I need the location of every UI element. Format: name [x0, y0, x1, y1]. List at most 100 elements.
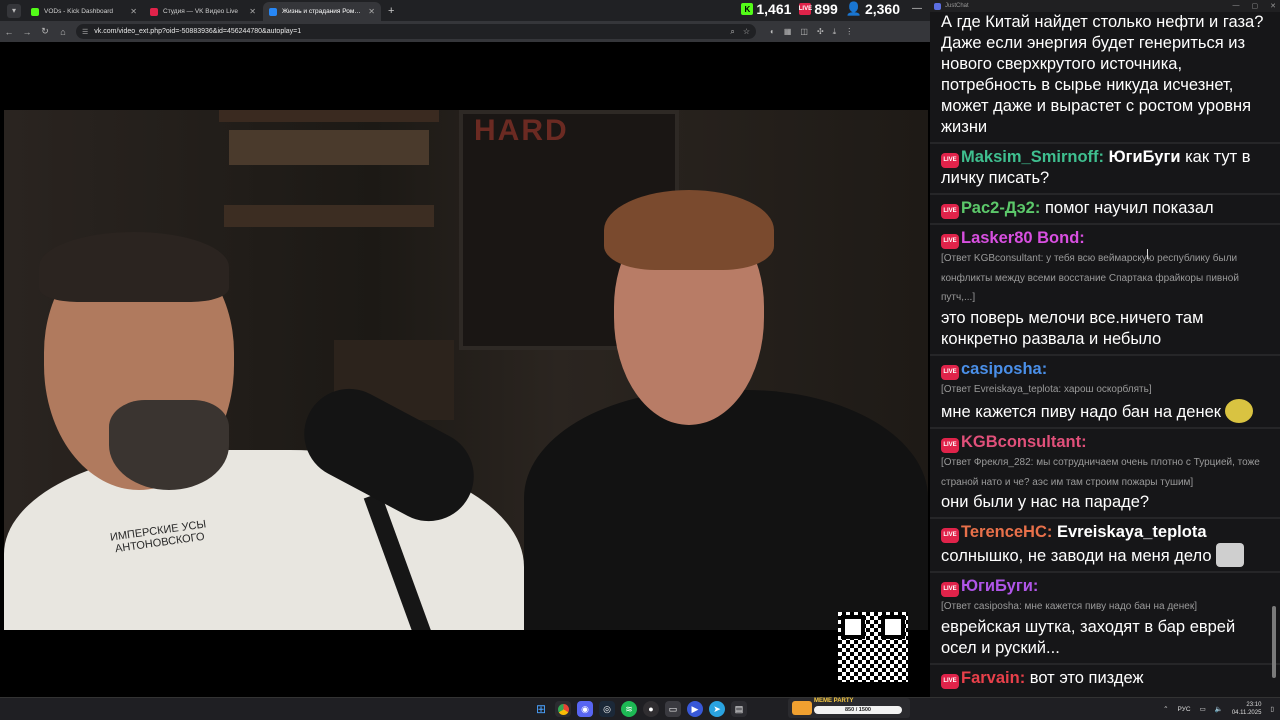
- kick-icon: K: [741, 3, 754, 15]
- site-info-icon[interactable]: ☰: [82, 28, 88, 36]
- clock-time: 23:10: [1246, 702, 1262, 708]
- volume-icon[interactable]: 🔈: [1215, 705, 1223, 713]
- emote-icon: [1215, 543, 1244, 567]
- close-icon[interactable]: ✕: [249, 7, 256, 16]
- live-badge-icon: LIVE: [941, 234, 959, 249]
- live-badge-icon: LIVE: [941, 438, 959, 453]
- extension-icon[interactable]: ◐: [770, 27, 775, 37]
- puzzle-icon[interactable]: ✣: [817, 27, 824, 37]
- minimize-button[interactable]: —: [912, 3, 922, 14]
- obs-icon[interactable]: ●: [643, 701, 659, 717]
- url-field[interactable]: ☰ vk.com/video_ext.php?oid=-50883936&id=…: [76, 24, 756, 39]
- tab-kick[interactable]: VODs - Kick Dashboard ✕: [25, 2, 143, 21]
- tab-search-icon[interactable]: ▾: [7, 3, 21, 18]
- game-logo-icon: [792, 701, 812, 715]
- app-icon[interactable]: ▤: [731, 701, 747, 717]
- vk-viewers: LIVE 899: [799, 1, 838, 17]
- chat-window-title: JustChat: [945, 3, 969, 9]
- reload-icon[interactable]: ↻: [36, 26, 54, 37]
- home-icon[interactable]: ⌂: [54, 27, 72, 37]
- app-icon[interactable]: ▭: [665, 701, 681, 717]
- clock[interactable]: 23:10 04.11.2025: [1232, 701, 1262, 717]
- emote-icon: [1224, 399, 1253, 423]
- chat-message-list[interactable]: А где Китай найдет столько нефти и газа?…: [930, 0, 1280, 693]
- username[interactable]: Рас2-Дэ2:: [961, 199, 1040, 217]
- network-icon[interactable]: ▭: [1200, 705, 1206, 713]
- chat-message: LIVE Lasker80 Bond: [Ответ KGBconsultant:…: [930, 225, 1280, 356]
- extension-icon[interactable]: ◫: [800, 27, 808, 37]
- close-icon[interactable]: ✕: [130, 7, 137, 16]
- chat-scrollbar[interactable]: [1272, 606, 1276, 678]
- guest-right: [504, 150, 928, 630]
- message-text: вот это пиздеж: [1029, 668, 1144, 687]
- tab-vk-studio[interactable]: Студия — VK Видео Live ✕: [144, 2, 262, 21]
- total-viewers: 👤 2,360: [846, 1, 900, 17]
- back-arrow-icon[interactable]: ←: [0, 27, 18, 37]
- close-button[interactable]: ✕: [1270, 2, 1276, 10]
- media-player-icon[interactable]: ▶: [687, 701, 703, 717]
- username[interactable]: TerenceHC:: [961, 523, 1052, 541]
- menu-icon[interactable]: ⋮: [845, 27, 853, 37]
- message-line: LIVE ЮгиБуги:: [941, 576, 1270, 597]
- bookshelf: [229, 130, 429, 165]
- system-tray: ⌃ РУС ▭ 🔈 23:10 04.11.2025 ▯: [1163, 698, 1274, 720]
- chat-message: LIVE ЮгиБуги: [Ответ casiposha: мне кажет…: [930, 573, 1280, 665]
- close-icon[interactable]: ✕: [368, 7, 375, 16]
- minimize-button[interactable]: —: [1233, 2, 1240, 10]
- game-title: MEME PARTY: [814, 698, 854, 704]
- zoom-icon[interactable]: ⌕: [730, 27, 734, 37]
- username[interactable]: casiposha:: [961, 360, 1047, 378]
- chat-message: LIVE KGBconsultant: [Ответ Фрекля_282: мы…: [930, 429, 1280, 519]
- message-line: солнышко, не заводи на меня дело: [941, 543, 1270, 567]
- steam-icon[interactable]: ◎: [599, 701, 615, 717]
- reply-quote: [Ответ Фрекля_282: мы сотрудничаем очень…: [941, 457, 1260, 488]
- live-badge-icon: LIVE: [941, 673, 959, 689]
- username[interactable]: Lasker80 Bond:: [961, 229, 1085, 247]
- chevron-up-icon[interactable]: ⌃: [1163, 705, 1168, 713]
- total-viewer-count: 2,360: [864, 1, 900, 17]
- chrome-icon[interactable]: [555, 701, 571, 717]
- spotify-icon[interactable]: ≋: [621, 701, 637, 717]
- text-cursor-icon: [1147, 249, 1153, 259]
- meme-party-widget[interactable]: MEME PARTY 850 / 1500: [788, 698, 910, 718]
- bookmark-star-icon[interactable]: ☆: [743, 27, 750, 37]
- live-badge-icon: LIVE: [941, 364, 959, 380]
- justchat-icon: [934, 2, 941, 10]
- username[interactable]: Maksim_Smirnoff:: [961, 148, 1104, 166]
- chat-window: JustChat — ▢ ✕ А где Китай найдет стольк…: [930, 0, 1280, 697]
- message-line: LIVE Lasker80 Bond:: [941, 228, 1270, 249]
- new-tab-button[interactable]: +: [382, 5, 400, 17]
- download-icon[interactable]: ⤓: [833, 27, 837, 37]
- video-player[interactable]: HARD ИМПЕРСКИЕ УСЫ АНТОНОВСКОГО: [4, 110, 928, 630]
- taskbar-apps: ⊞ ◉ ◎ ≋ ● ▭ ▶ ➤ ▤: [533, 701, 747, 717]
- extension-icon[interactable]: ▦: [784, 27, 792, 37]
- discord-icon[interactable]: ◉: [577, 701, 593, 717]
- username[interactable]: ЮгиБуги:: [961, 577, 1038, 595]
- username[interactable]: KGBconsultant:: [961, 433, 1087, 451]
- tab-vk-video[interactable]: Жизнь и страдания Роман... ✕: [263, 2, 381, 21]
- tab-bar: ▾ VODs - Kick Dashboard ✕ Студия — VK Ви…: [0, 0, 930, 21]
- live-badge-icon: LIVE: [941, 528, 959, 543]
- notification-icon[interactable]: ▯: [1270, 705, 1274, 713]
- message-text: А где Китай найдет столько нефти и газа?…: [941, 13, 1264, 136]
- forward-arrow-icon[interactable]: →: [18, 27, 36, 37]
- live-badge-icon: LIVE: [941, 582, 959, 597]
- browser-window: ▾ VODs - Kick Dashboard ✕ Студия — VK Ви…: [0, 0, 930, 697]
- live-badge-icon: LIVE: [941, 204, 959, 219]
- taskbar: ⊞ ◉ ◎ ≋ ● ▭ ▶ ➤ ▤ MEME PARTY 850 / 1500 …: [0, 697, 1280, 720]
- maximize-button[interactable]: ▢: [1252, 2, 1259, 10]
- message-line: LIVE KGBconsultant:: [941, 432, 1270, 453]
- tab-label: VODs - Kick Dashboard: [44, 8, 113, 15]
- guest-left-hair: [39, 232, 229, 302]
- windows-start-icon[interactable]: ⊞: [533, 701, 549, 717]
- telegram-icon[interactable]: ➤: [709, 701, 725, 717]
- screen: ▾ VODs - Kick Dashboard ✕ Студия — VK Ви…: [0, 0, 1280, 720]
- message-line: LIVE Farvain: вот это пиздеж: [941, 668, 1270, 689]
- bookshelf: [219, 110, 439, 122]
- chat-titlebar: JustChat — ▢ ✕: [930, 0, 1280, 12]
- chat-message: LIVE Maksim_Smirnoff: ЮгиБуги как тут в л…: [930, 144, 1280, 195]
- username[interactable]: Farvain:: [961, 669, 1025, 687]
- mention: Evreiskaya_teplota: [1056, 523, 1207, 541]
- language-indicator[interactable]: РУС: [1178, 706, 1191, 713]
- clock-date: 04.11.2025: [1231, 710, 1262, 716]
